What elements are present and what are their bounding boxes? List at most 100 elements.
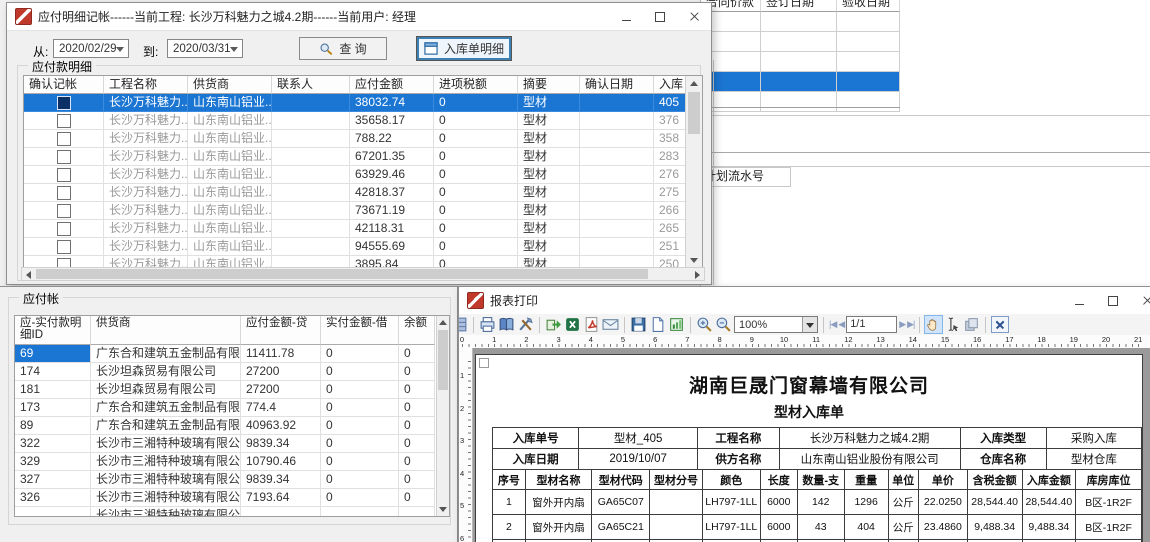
column-header[interactable]: 入库 — [654, 76, 686, 94]
horizontal-scrollbar[interactable] — [21, 267, 705, 281]
confirm-checkbox[interactable] — [57, 168, 71, 182]
table-row[interactable]: 89广东合和建筑五金制品有限公司40963.9200 — [15, 417, 449, 435]
zoom-level-combo[interactable]: 100% — [734, 316, 818, 333]
text-select-icon[interactable] — [944, 316, 961, 333]
inbound-detail-button[interactable]: 入库单明细 — [417, 37, 511, 60]
table-row[interactable]: 长沙万科魅力...山东南山铝业...94555.690型材251 — [24, 238, 702, 256]
first-page-icon[interactable]: |◀ — [829, 319, 836, 330]
confirm-checkbox[interactable] — [57, 222, 71, 236]
confirm-checkbox[interactable] — [57, 150, 71, 164]
page-icon[interactable] — [649, 316, 666, 333]
print-icon[interactable] — [479, 316, 496, 333]
scroll-up-icon[interactable] — [690, 81, 698, 86]
column-header[interactable]: 确认记帐 — [24, 76, 104, 94]
column-header[interactable]: 应-实付款明细ID — [15, 316, 91, 345]
column-header[interactable]: 余额 — [399, 316, 435, 345]
table-row[interactable]: 长沙市三湘特种玻璃有限公司 — [15, 507, 449, 517]
scrollbar-thumb[interactable] — [438, 330, 448, 390]
from-date-combo[interactable]: 2020/02/29 — [53, 39, 129, 58]
preview-area[interactable]: 123456 湖南巨晟门窗幕墙有限公司 型材入库单 入库单号型材_405工程名称… — [459, 348, 1150, 542]
dropdown-button[interactable] — [802, 317, 817, 332]
pdf-icon[interactable] — [583, 316, 600, 333]
table-row[interactable] — [701, 32, 901, 52]
titlebar[interactable]: 应付明细记帐------当前工程: 长沙万科魅力之城4.2期------当前用户… — [7, 3, 711, 31]
maximize-button[interactable] — [643, 3, 677, 30]
confirm-checkbox[interactable] — [57, 186, 71, 200]
column-header[interactable]: 验收日期 — [837, 0, 900, 12]
column-header[interactable]: 供货商 — [91, 316, 241, 345]
last-page-icon[interactable]: ▶| — [907, 319, 914, 330]
confirm-checkbox[interactable] — [57, 114, 71, 128]
table-row[interactable]: 长沙万科魅力...山东南山铝业...35658.170型材376 — [24, 112, 702, 130]
table-row[interactable]: 173广东合和建筑五金制品有限公司774.400 — [15, 399, 449, 417]
column-header[interactable]: 签订日期 — [761, 0, 837, 12]
minimize-button[interactable] — [1062, 287, 1096, 314]
scrollbar-thumb[interactable] — [36, 269, 648, 279]
next-page-icon[interactable]: ▶ — [899, 319, 905, 330]
titlebar[interactable]: 报表打印 — [459, 287, 1150, 315]
column-header[interactable]: 联系人 — [272, 76, 350, 94]
table-row[interactable]: 长沙万科魅力...山东南山铝业...42818.370型材275 — [24, 184, 702, 202]
zoom-in-icon[interactable] — [696, 316, 713, 333]
table-row[interactable]: 174长沙坦森贸易有限公司2720000 — [15, 363, 449, 381]
scroll-up-icon[interactable] — [439, 320, 447, 325]
table-row[interactable]: 327长沙市三湘特种玻璃有限公司9839.3400 — [15, 471, 449, 489]
confirm-checkbox[interactable] — [57, 132, 71, 146]
table-row[interactable]: 69广东合和建筑五金制品有限公司11411.7800 — [15, 345, 449, 363]
group-title: 应付帐 — [19, 290, 63, 307]
grid-icon[interactable] — [458, 316, 468, 333]
confirm-checkbox[interactable] — [57, 96, 71, 110]
export-icon[interactable] — [545, 316, 562, 333]
column-header[interactable]: 应付金额 — [350, 76, 434, 94]
table-row[interactable]: 322长沙市三湘特种玻璃有限公司9839.3400 — [15, 435, 449, 453]
table-row[interactable]: 长沙万科魅力...山东南山铝业...42118.310型材265 — [24, 220, 702, 238]
vertical-scrollbar[interactable] — [436, 316, 449, 516]
tools-icon[interactable] — [517, 316, 534, 333]
table-body: 69广东合和建筑五金制品有限公司11411.7800174长沙坦森贸易有限公司2… — [15, 345, 449, 517]
save-icon[interactable] — [630, 316, 647, 333]
column-header[interactable]: 实付金额-借 — [321, 316, 399, 345]
close-button[interactable] — [1130, 287, 1150, 314]
confirm-checkbox[interactable] — [57, 204, 71, 218]
column-header[interactable]: 供货商 — [188, 76, 272, 94]
table-row[interactable]: 长沙万科魅力...山东南山铝业...63929.460型材276 — [24, 166, 702, 184]
zoom-out-icon[interactable] — [715, 316, 732, 333]
column-header[interactable]: 应付金额-贷 — [241, 316, 321, 345]
table-row[interactable]: 长沙万科魅力...山东南山铝业...38032.740型材405 — [24, 94, 702, 112]
table-row[interactable] — [701, 12, 901, 32]
minimize-button[interactable] — [609, 3, 643, 30]
to-date-combo[interactable]: 2020/03/31 — [167, 39, 243, 58]
table-row[interactable] — [701, 52, 901, 72]
table-row[interactable]: 181长沙坦森贸易有限公司2720000 — [15, 381, 449, 399]
copy-pages-icon[interactable] — [963, 316, 980, 333]
table-row[interactable]: 326长沙市三湘特种玻璃有限公司7193.6400 — [15, 489, 449, 507]
column-header[interactable]: 摘要 — [518, 76, 580, 94]
vertical-scrollbar[interactable] — [685, 76, 702, 268]
book-icon[interactable] — [498, 316, 515, 333]
chart-icon[interactable] — [668, 316, 685, 333]
close-preview-icon[interactable] — [991, 316, 1009, 333]
column-header[interactable]: 工程名称 — [104, 76, 188, 94]
query-button[interactable]: 查 询 — [299, 37, 387, 60]
hand-tool-icon[interactable] — [925, 316, 942, 333]
close-button[interactable] — [677, 3, 711, 30]
table-row[interactable] — [701, 72, 901, 92]
table-row[interactable] — [701, 92, 901, 112]
excel-icon[interactable] — [564, 316, 581, 333]
scroll-down-icon[interactable] — [690, 258, 698, 263]
page-indicator[interactable]: 1/1 — [846, 316, 897, 333]
maximize-button[interactable] — [1096, 287, 1130, 314]
column-header[interactable]: 确认日期 — [580, 76, 654, 94]
column-header[interactable]: 进项税额 — [434, 76, 518, 94]
prev-page-icon[interactable]: ◀ — [838, 319, 844, 330]
confirm-checkbox[interactable] — [57, 240, 71, 254]
scroll-left-icon[interactable] — [26, 271, 31, 279]
table-row[interactable]: 长沙万科魅力...山东南山铝业...73671.190型材266 — [24, 202, 702, 220]
scroll-right-icon[interactable] — [695, 271, 700, 279]
mail-icon[interactable] — [602, 316, 619, 333]
table-row[interactable]: 329长沙市三湘特种玻璃有限公司10790.4600 — [15, 453, 449, 471]
table-row[interactable]: 长沙万科魅力...山东南山铝业...67201.350型材283 — [24, 148, 702, 166]
scrollbar-thumb[interactable] — [688, 92, 700, 134]
scroll-down-icon[interactable] — [439, 507, 447, 512]
table-row[interactable]: 长沙万科魅力...山东南山铝业...788.220型材358 — [24, 130, 702, 148]
